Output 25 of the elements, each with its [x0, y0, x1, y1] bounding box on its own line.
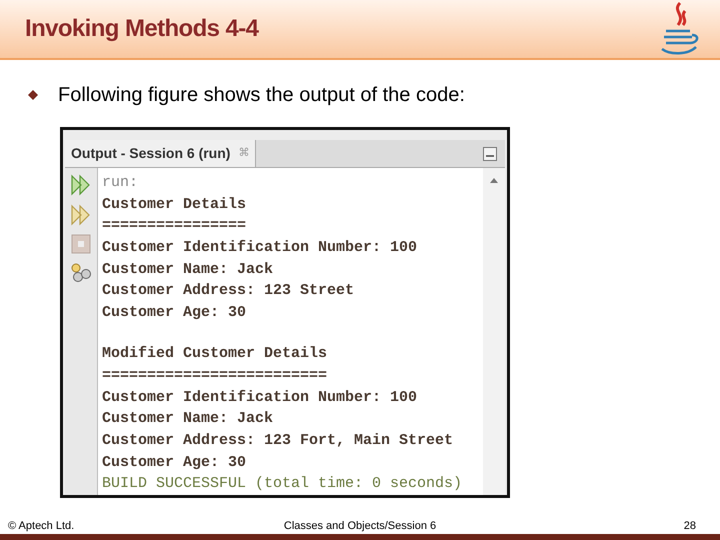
scroll-up-icon[interactable] [490, 178, 498, 183]
output-line: Customer Details [102, 194, 248, 215]
page-number: 28 [682, 518, 697, 534]
minimize-icon[interactable] [483, 146, 497, 160]
slide-title: Invoking Methods 4-4 [25, 14, 258, 44]
output-line: ========================= [102, 366, 328, 386]
output-line: Customer Age: 30 [102, 303, 248, 324]
output-line: Customer Identification Number: 100 [102, 238, 418, 258]
output-line: BUILD SUCCESSFUL (total time: 0 seconds) [102, 474, 464, 494]
rerun-icon[interactable] [70, 174, 92, 196]
bullet-icon [28, 90, 38, 100]
output-line: Customer Address: 123 Street [102, 281, 356, 302]
output-line: ================ [102, 216, 248, 236]
output-tab[interactable]: Output - Session 6 (run) ⌘ [65, 140, 256, 167]
output-line: Customer Address: 123 Fort, Main Street [102, 430, 454, 451]
rerun-icon[interactable] [70, 204, 92, 226]
footer-text: Classes and Objects/Session 6 [284, 518, 436, 534]
output-line: Customer Name: Jack [102, 409, 274, 430]
bullet-text: Following figure shows the output of the code: [58, 83, 465, 108]
output-line: Customer Name: Jack [102, 260, 274, 280]
output-line: Customer Age: 30 [102, 452, 248, 473]
output-line: run: [102, 173, 140, 193]
output-line: Customer Identification Number: 100 [102, 388, 418, 408]
copyright-text: © Aptech Ltd. [8, 518, 76, 534]
output-line: Modified Customer Details [102, 344, 328, 364]
